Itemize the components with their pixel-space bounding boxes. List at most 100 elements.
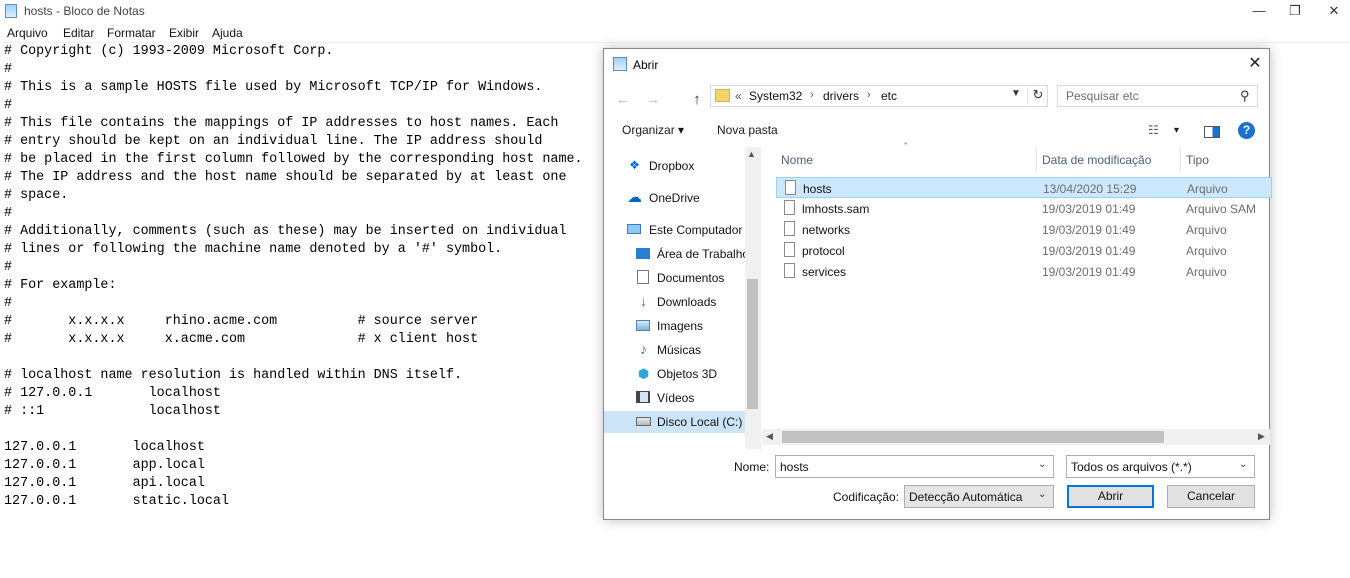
sidebar-item-area-de-trabalho[interactable]: Área de Trabalho (604, 243, 749, 265)
drive-icon (636, 417, 651, 426)
file-icon (784, 200, 795, 215)
sidebar-item-downloads[interactable]: ↓ Downloads (604, 291, 746, 313)
breadcrumb-overflow[interactable]: « (735, 89, 742, 103)
file-type: Arquivo (1186, 223, 1227, 237)
cancel-button[interactable]: Cancelar (1167, 485, 1255, 508)
sidebar-item-label: Downloads (657, 295, 717, 309)
file-row-networks[interactable]: networks 19/03/2019 01:49 Arquivo (776, 219, 1272, 240)
file-type: Arquivo (1186, 244, 1227, 258)
address-bar[interactable]: « System32 › drivers › etc ▼ ↻ (710, 85, 1048, 107)
maximize-button[interactable]: ❐ (1272, 0, 1318, 23)
sidebar-item-label: OneDrive (649, 191, 700, 205)
organize-button[interactable]: Organizar ▾ (622, 123, 684, 137)
file-type-filter-value: Todos os arquivos (*.*) (1071, 460, 1192, 474)
encoding-select[interactable]: Detecção Automática ⌄ (904, 485, 1054, 508)
breadcrumb-system32[interactable]: System32 (749, 89, 802, 103)
breadcrumb-etc[interactable]: etc (881, 89, 897, 103)
column-divider[interactable] (1180, 147, 1181, 171)
breadcrumb-separator[interactable]: › (867, 89, 871, 101)
file-row-hosts[interactable]: hosts 13/04/2020 15:29 Arquivo (776, 177, 1272, 198)
back-arrow-icon[interactable]: ← (612, 90, 634, 110)
dialog-app-icon (613, 57, 627, 71)
file-name: networks (802, 223, 851, 237)
sidebar-item-label: Objetos 3D (657, 367, 718, 381)
refresh-icon[interactable]: ↻ (1027, 87, 1048, 105)
forward-arrow-icon[interactable]: → (642, 90, 664, 110)
downloads-icon: ↓ (640, 293, 647, 309)
file-icon (785, 180, 796, 195)
file-name: lmhosts.sam (802, 202, 870, 216)
search-box[interactable]: Pesquisar etc ⚲ (1057, 85, 1258, 107)
menu-exibir[interactable]: Exibir (169, 26, 199, 40)
chevron-down-icon[interactable]: ⌄ (1038, 459, 1046, 470)
menu-formatar[interactable]: Formatar (107, 26, 156, 40)
file-name-input[interactable]: hosts ⌄ (775, 455, 1054, 478)
column-divider[interactable] (1036, 147, 1037, 171)
notepad-text-area[interactable]: # Copyright (c) 1993-2009 Microsoft Corp… (4, 43, 583, 511)
dropbox-icon: ❖ (629, 158, 640, 172)
preview-pane-icon[interactable] (1204, 126, 1220, 138)
objects-3d-icon: ⬢ (637, 366, 650, 381)
search-input[interactable]: Pesquisar etc (1066, 89, 1139, 103)
sidebar-item-label: Imagens (657, 319, 704, 333)
breadcrumb-separator[interactable]: › (810, 89, 814, 101)
view-dropdown-button[interactable]: ▾ (1174, 125, 1179, 136)
menu-ajuda[interactable]: Ajuda (212, 26, 243, 40)
sidebar-item-label: Disco Local (C:) (657, 415, 743, 429)
onedrive-icon: ☁ (627, 189, 642, 206)
new-folder-button[interactable]: Nova pasta (717, 123, 778, 137)
menu-editar[interactable]: Editar (63, 26, 94, 40)
column-header-date[interactable]: Data de modificação (1042, 153, 1151, 167)
up-arrow-icon[interactable]: ↑ (686, 90, 708, 110)
scroll-left-icon[interactable]: ◀ (766, 431, 773, 442)
breadcrumb-drivers[interactable]: drivers (823, 89, 859, 103)
search-icon[interactable]: ⚲ (1240, 88, 1250, 104)
file-name: services (802, 265, 847, 279)
notepad-titlebar: hosts - Bloco de Notas — ❐ ✕ (0, 0, 1350, 23)
sidebar-item-musicas[interactable]: ♪ Músicas (604, 339, 746, 361)
dialog-title: Abrir (633, 58, 659, 72)
dialog-close-button[interactable]: ✕ (1244, 53, 1266, 75)
file-icon (784, 242, 795, 257)
file-row-lmhosts[interactable]: lmhosts.sam 19/03/2019 01:49 Arquivo SAM (776, 198, 1272, 219)
sidebar-scrollbar[interactable]: ▲ (745, 147, 760, 449)
file-type: Arquivo SAM (1186, 202, 1257, 216)
sidebar-item-documentos[interactable]: Documentos (604, 267, 746, 289)
sidebar-item-imagens[interactable]: Imagens (604, 315, 746, 337)
menu-arquivo[interactable]: Arquivo (7, 26, 48, 40)
sidebar-item-dropbox[interactable]: ❖ Dropbox (604, 155, 746, 177)
pictures-icon (636, 320, 650, 331)
file-date: 19/03/2019 01:49 (1042, 265, 1136, 279)
sidebar-item-este-computador[interactable]: Este Computador (604, 219, 746, 241)
close-window-button[interactable]: ✕ (1318, 0, 1350, 23)
chevron-down-icon[interactable]: ⌄ (1239, 459, 1247, 470)
notepad-menubar: Arquivo Editar Formatar Exibir Ajuda (0, 23, 1350, 43)
file-row-protocol[interactable]: protocol 19/03/2019 01:49 Arquivo (776, 240, 1272, 261)
sidebar-item-videos[interactable]: Vídeos (604, 387, 746, 409)
file-type-filter-select[interactable]: Todos os arquivos (*.*) ⌄ (1066, 455, 1255, 478)
help-icon[interactable]: ? (1238, 122, 1255, 139)
file-list-horizontal-scrollbar[interactable]: ◀ ▶ (762, 429, 1270, 445)
chevron-down-icon[interactable]: ⌄ (1038, 489, 1046, 500)
sidebar-item-label: Vídeos (657, 391, 695, 405)
sidebar-item-objetos-3d[interactable]: ⬢ Objetos 3D (604, 363, 746, 385)
music-icon: ♪ (640, 341, 647, 357)
column-header-name[interactable]: Nome (781, 153, 813, 167)
sidebar-item-disco-local[interactable]: Disco Local (C:) (604, 411, 746, 433)
sidebar-item-onedrive[interactable]: ☁ OneDrive (604, 187, 746, 209)
folder-icon (715, 89, 730, 102)
sidebar-scroll-thumb[interactable] (747, 279, 758, 409)
chevron-down-icon[interactable]: ▼ (1011, 88, 1021, 99)
scroll-right-icon[interactable]: ▶ (1258, 431, 1265, 442)
horizontal-scroll-thumb[interactable] (782, 431, 1164, 443)
view-options-icon[interactable]: ☷ (1148, 123, 1159, 137)
column-header-type[interactable]: Tipo (1186, 153, 1209, 167)
file-name: hosts (803, 182, 832, 196)
open-button[interactable]: Abrir (1067, 485, 1154, 508)
file-row-services[interactable]: services 19/03/2019 01:49 Arquivo (776, 261, 1272, 282)
encoding-value: Detecção Automática (909, 490, 1023, 504)
file-name-label: Nome: (734, 460, 770, 474)
file-icon (784, 221, 795, 236)
scroll-up-icon[interactable]: ▲ (747, 149, 756, 159)
sort-ascending-icon: ⌃ (902, 141, 910, 151)
